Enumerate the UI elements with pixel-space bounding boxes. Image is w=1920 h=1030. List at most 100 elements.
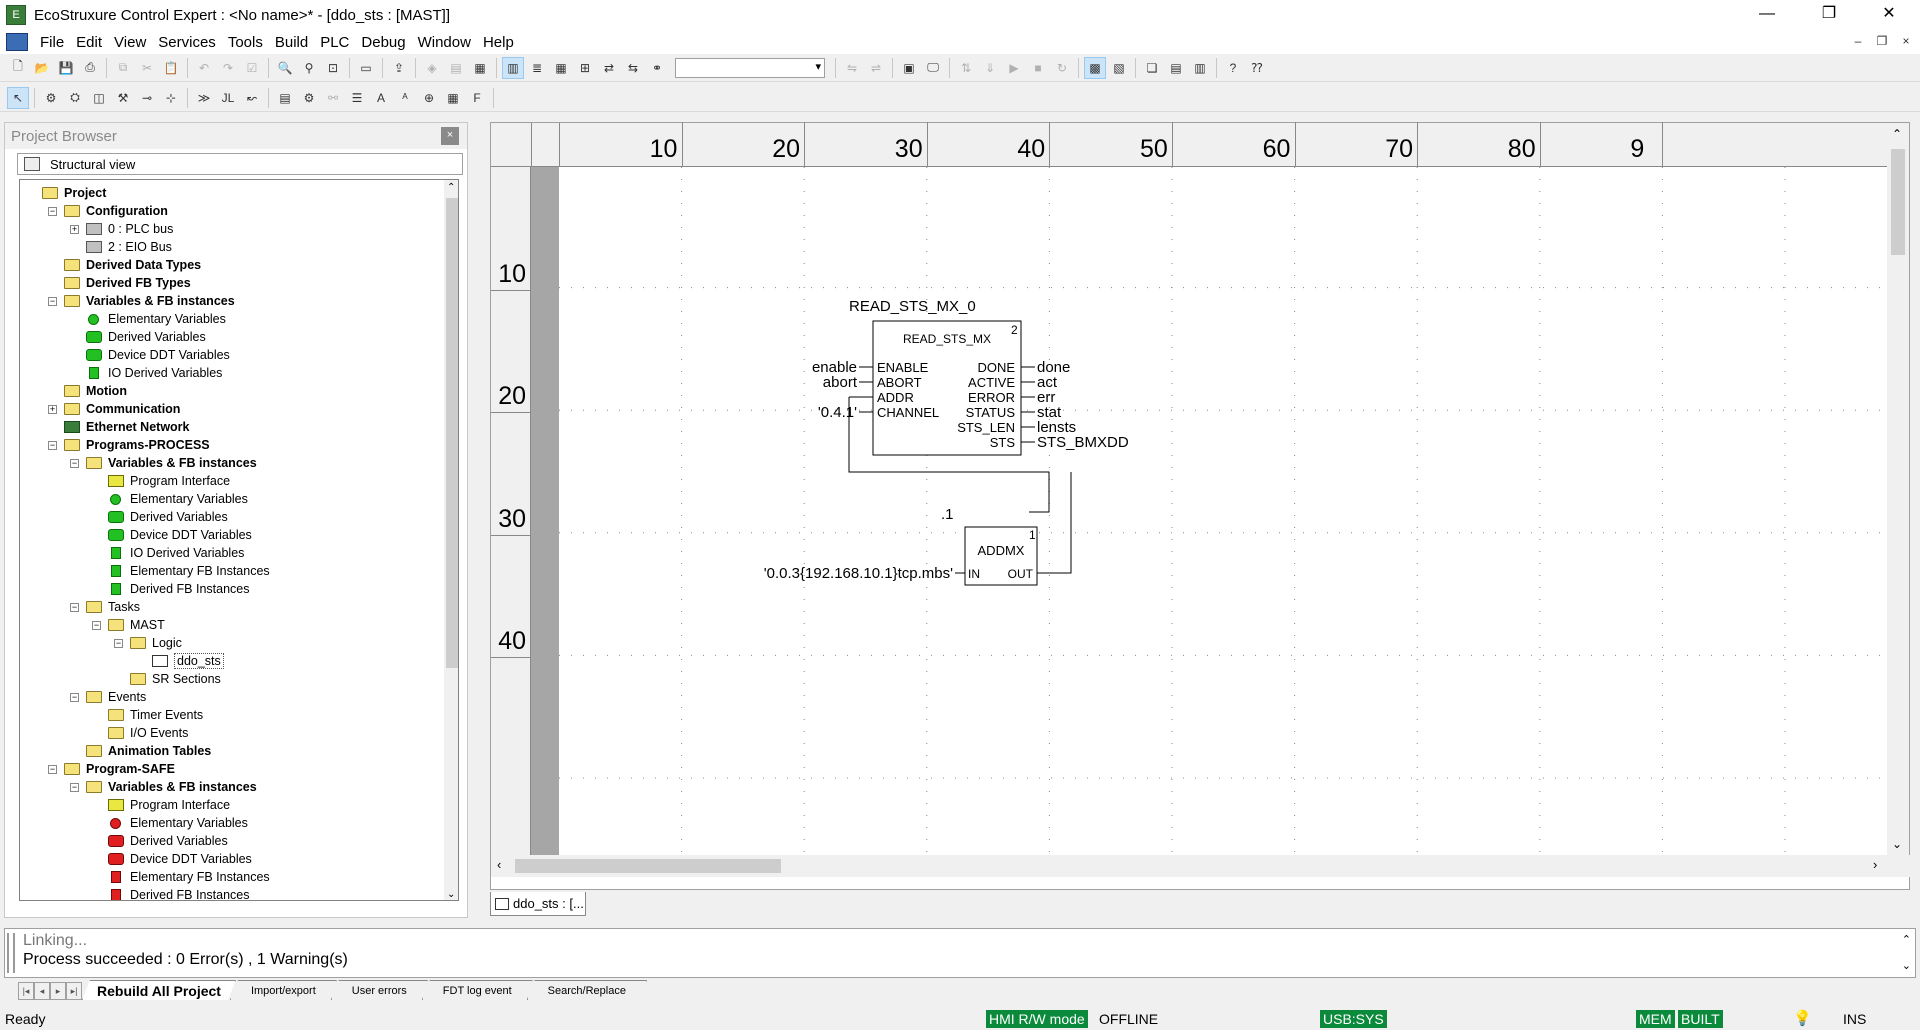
close-icon[interactable]: × [441,127,459,145]
binoculars-icon[interactable]: ⚭ [646,57,668,79]
help-icon[interactable]: ? [1222,57,1244,79]
pin-active[interactable]: ACTIVE [968,375,1015,390]
tree-item[interactable]: Derived FB Instances [108,580,250,598]
editor-vscroll[interactable]: ⌃ ⌄ [1887,123,1909,855]
copy-icon[interactable]: ⧉ [112,57,134,79]
scroll-left-icon[interactable]: ‹ [497,857,501,872]
vscroll-thumb[interactable] [1891,149,1905,255]
transfer-icon[interactable]: ⇅ [955,57,977,79]
tree-item[interactable]: Elementary Variables [86,310,226,328]
zoom-icon[interactable]: ⊕ [418,87,440,109]
grid-icon[interactable]: ▦ [442,87,464,109]
tree-item[interactable]: Variables & FB instances [86,454,257,472]
tree-item[interactable]: Derived Data Types [64,256,201,274]
menu-view[interactable]: View [108,34,152,51]
tree-item[interactable]: Derived Variables [108,508,228,526]
tree-item[interactable]: Derived FB Types [64,274,191,292]
tree-expander-icon[interactable]: − [48,297,57,306]
editor-hscroll[interactable]: ‹ › [491,855,1911,877]
tree-scroll-thumb[interactable] [446,198,458,668]
tree-item[interactable]: 2 : EIO Bus [86,238,172,256]
tree-expander-icon[interactable]: + [70,225,79,234]
tree-expander-icon[interactable]: − [70,783,79,792]
tree-item[interactable]: Elementary Variables [108,490,248,508]
animation-icon[interactable]: ▩ [1084,56,1106,79]
tree-expander-icon[interactable]: − [48,441,57,450]
align-icon[interactable]: ☰ [346,87,368,109]
tile-h-icon[interactable]: ▤ [1165,57,1187,79]
jump-icon[interactable]: ≫ [193,87,215,109]
tree-item[interactable]: Ethernet Network [64,418,190,436]
restore-button[interactable]: ❐ [1806,0,1852,30]
tree-item[interactable]: Device DDT Variables [86,346,230,364]
tree-item[interactable]: 0 : PLC bus [86,220,173,238]
paste-icon[interactable]: 📋 [160,57,182,79]
tree-expander-icon[interactable]: + [48,405,57,414]
pin-status[interactable]: STATUS [966,405,1016,420]
read-sts-mx-block[interactable]: READ_STS_MX_0 2 READ_STS_MX ENABLE ABORT… [812,298,1129,456]
export-icon[interactable]: ⇪ [388,57,410,79]
minimize-button[interactable]: — [1744,0,1790,30]
validate-icon[interactable]: ☑ [241,57,263,79]
menu-build[interactable]: Build [269,34,314,51]
scroll-down-icon[interactable]: ⌄ [447,889,455,900]
monitor-icon[interactable]: 🖵 [922,57,944,79]
tree-expander-icon[interactable]: − [70,459,79,468]
tab-rebuild-all-project[interactable]: Rebuild All Project [82,980,236,1000]
tree-item[interactable]: Program-SAFE [64,760,175,778]
tree-expander-icon[interactable]: − [70,693,79,702]
elementary-block-icon[interactable]: ⚒ [112,87,134,109]
label-icon[interactable]: JL [217,87,239,109]
tree-item[interactable]: Variables & FB instances [64,292,235,310]
menu-tools[interactable]: Tools [222,34,269,51]
menu-debug[interactable]: Debug [355,34,411,51]
tree-item[interactable]: IO Derived Variables [86,364,222,382]
cascade-icon[interactable]: ❏ [1141,57,1163,79]
tree-item[interactable]: Tasks [86,598,140,616]
scroll-up-icon[interactable]: ⌃ [1902,933,1911,946]
mdi-close-button[interactable]: × [1896,34,1916,52]
tile-v-icon[interactable]: ▥ [1189,57,1211,79]
tree-item[interactable]: I/O Events [108,724,188,742]
analyze-icon[interactable]: ◈ [421,57,443,79]
scroll-down-icon[interactable]: ⌄ [1902,959,1911,972]
tree-item[interactable]: Communication [64,400,180,418]
tree-item[interactable]: Elementary FB Instances [108,868,270,886]
pin-sts[interactable]: STS [990,435,1016,450]
fbd-diagram[interactable]: READ_STS_MX_0 2 READ_STS_MX ENABLE ABORT… [559,167,1887,855]
crossref-icon[interactable]: ⇆ [622,57,644,79]
tree-item[interactable]: Derived Variables [86,328,206,346]
tree-item[interactable]: IO Derived Variables [108,544,244,562]
screen-icon[interactable]: ▭ [355,57,377,79]
scroll-up-icon[interactable]: ⌃ [1892,127,1902,141]
tree-item[interactable]: Project [42,184,106,202]
menu-edit[interactable]: Edit [70,34,108,51]
app-icon[interactable]: E [6,5,26,25]
pin-sts-len[interactable]: STS_LEN [957,420,1015,435]
open-icon[interactable]: 📂 [31,57,53,79]
text-icon[interactable]: A [370,87,392,109]
tree-item[interactable]: Configuration [64,202,168,220]
tree-expander-icon[interactable]: − [114,639,123,648]
tab-next-icon[interactable]: ▸ [50,982,66,1000]
variable-icon[interactable]: ⚙ [298,87,320,109]
tree-scrollbar[interactable]: ⌃ ⌄ [444,180,458,900]
project-tree[interactable]: Project − Configuration +0 : PLC bus 2 : EIO… [19,179,459,901]
download-icon[interactable]: ⇓ [979,57,1001,79]
cut-icon[interactable]: ✂ [136,57,158,79]
tree-item[interactable]: Device DDT Variables [108,526,252,544]
watch-icon[interactable]: ▧ [1108,57,1130,79]
pin-icon[interactable]: ⚯ [322,87,344,109]
addmx-block[interactable]: .1 1 ADDMX IN OUT '0.0.3{192.168.10.1}tc… [764,472,1072,586]
tree-item[interactable]: SR Sections [130,670,221,688]
var-channel[interactable]: '0.4.1' [818,404,857,421]
project-browser-icon[interactable]: ▥ [502,56,524,79]
context-help-icon[interactable]: ⁇ [1246,57,1268,79]
tree-expander-icon[interactable]: − [48,207,57,216]
tree-item[interactable]: ddo_sts [152,652,224,670]
tab-user-errors[interactable]: User errors [331,980,428,1000]
save-icon[interactable]: 💾 [55,57,77,79]
menu-services[interactable]: Services [152,34,222,51]
hscroll-thumb[interactable] [515,859,781,873]
tab-last-icon[interactable]: ▸| [66,982,82,1000]
